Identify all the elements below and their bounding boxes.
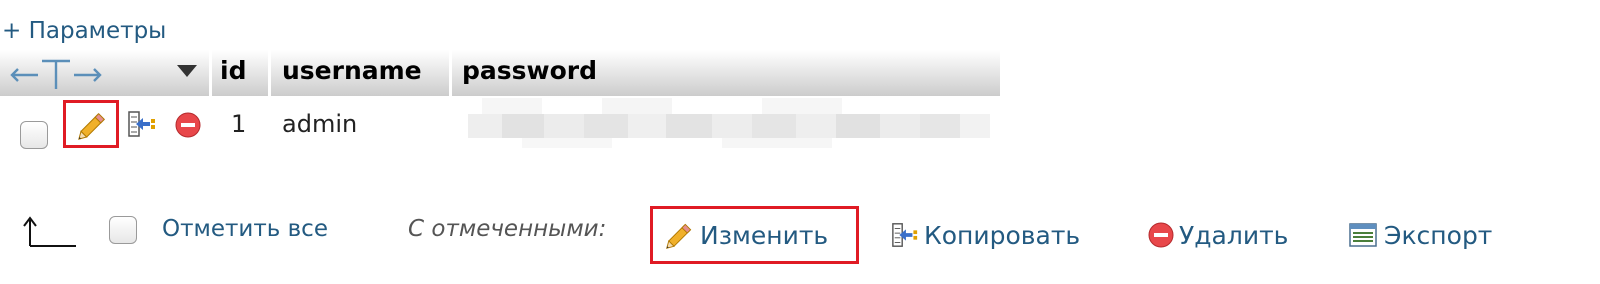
edit-selected-label: Изменить: [700, 220, 829, 250]
column-header-password[interactable]: password: [462, 50, 597, 96]
copy-insert-icon: [892, 223, 918, 247]
bulk-actions-bar: Отметить все С отмеченными: Изменить Коп…: [0, 200, 1600, 270]
delete-icon: [1148, 222, 1174, 248]
column-divider: [449, 50, 452, 150]
copy-selected-button[interactable]: Копировать: [890, 218, 1080, 252]
sort-triangle-icon[interactable]: [176, 64, 198, 78]
column-resize-icon[interactable]: [8, 53, 104, 93]
export-icon: [1349, 223, 1377, 247]
copy-selected-label: Копировать: [924, 220, 1081, 250]
column-divider: [268, 50, 271, 150]
check-all-checkbox[interactable]: [109, 216, 137, 244]
table-browse-view: + Параметры id username password 1 admin…: [0, 0, 1600, 284]
cell-username: admin: [282, 110, 358, 138]
delete-selected-button[interactable]: Удалить: [1147, 218, 1288, 252]
row-checkbox[interactable]: [20, 121, 48, 149]
export-selected-button[interactable]: Экспорт: [1348, 218, 1492, 252]
with-selected-label: С отмеченными:: [408, 216, 607, 242]
column-header-username[interactable]: username: [282, 50, 422, 96]
options-link[interactable]: + Параметры: [2, 18, 166, 44]
pencil-icon: [666, 223, 692, 249]
delete-icon[interactable]: [174, 111, 202, 139]
export-selected-label: Экспорт: [1384, 220, 1493, 250]
edit-selected-button[interactable]: Изменить: [664, 218, 828, 252]
cell-id: 1: [231, 110, 247, 138]
cell-password-blurred: [462, 98, 1002, 148]
arrow-up-corner-icon: [23, 216, 76, 247]
table-header: id username password: [0, 50, 1000, 96]
column-divider: [209, 50, 212, 150]
pencil-icon[interactable]: [76, 109, 110, 141]
column-header-id[interactable]: id: [220, 50, 246, 96]
check-all-link[interactable]: Отметить все: [162, 216, 328, 242]
copy-insert-icon[interactable]: [126, 109, 158, 139]
delete-selected-label: Удалить: [1179, 220, 1289, 250]
